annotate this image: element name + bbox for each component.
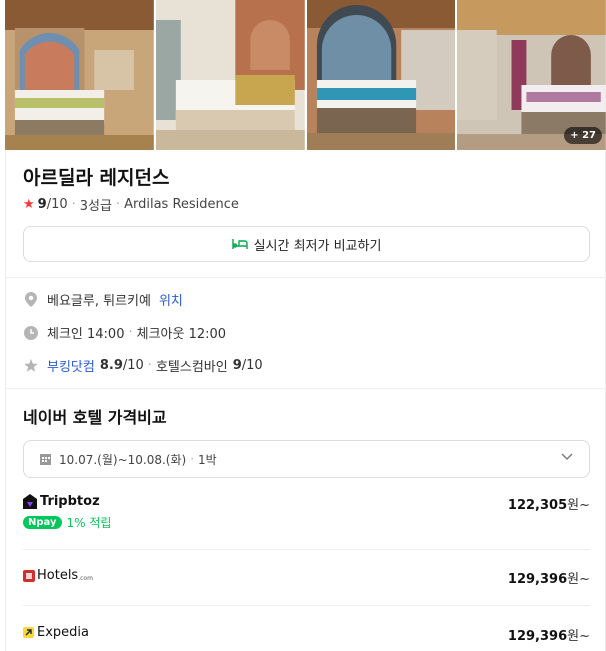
vendor-row-hotels[interactable]: Hotels .com 129,396원~ <box>23 568 590 587</box>
nights-text: 1박 <box>198 452 217 467</box>
separator-dot: · <box>190 452 195 466</box>
clock-icon <box>23 325 39 341</box>
vendor-price: 129,396원~ <box>508 568 590 587</box>
calendar-icon <box>40 453 51 465</box>
hotel-grade: 3성급 <box>79 199 112 214</box>
hotel-photo-1[interactable] <box>5 0 154 150</box>
compare-button-label: 실시간 최저가 비교하기 <box>253 238 382 254</box>
vendor-name-suffix: .com <box>78 574 93 582</box>
star-outline-icon <box>23 358 39 374</box>
separator-dot: · <box>128 325 133 340</box>
review-row: 부킹닷컴 8.9/10 · 호텔스컴바인 9/10 <box>23 356 263 375</box>
vendor-divider <box>23 549 590 550</box>
checkin-time: 체크인 14:00 <box>47 327 125 342</box>
chevron-down-icon <box>561 453 573 460</box>
section-divider <box>5 388 606 389</box>
vendor-name: Hotels .com <box>23 568 93 583</box>
npay-benefit-text: 1% 적립 <box>66 516 112 530</box>
review-source-booking[interactable]: 부킹닷컴 <box>47 356 95 375</box>
location-row: 베요글루, 튀르키예 위치 <box>23 290 183 309</box>
price-value: 129,396 <box>507 572 568 587</box>
bed-icon <box>231 239 248 249</box>
compare-prices-button[interactable]: 실시간 최저가 비교하기 <box>23 226 590 262</box>
photo-gallery[interactable]: + 27 <box>5 0 606 150</box>
vendor-row-expedia[interactable]: Expedia 129,396원~ <box>23 625 590 644</box>
hotel-english-name: Ardilas Residence <box>124 197 239 212</box>
hotel-name: 아르딜라 레지던스 <box>23 167 170 189</box>
hotel-photo-2[interactable] <box>155 0 305 150</box>
date-range-text: 10.07.(월)~10.08.(화) <box>59 452 187 467</box>
location-link[interactable]: 위치 <box>159 290 183 309</box>
price-unit: 원~ <box>567 498 590 513</box>
vendor-name: Expedia <box>23 625 89 640</box>
review-suffix-booking: /10 <box>122 358 144 373</box>
checkin-row: 체크인 14:00 · 체크아웃 12:00 <box>23 323 226 342</box>
rating-value: 9 <box>37 197 47 212</box>
hotel-meta: ★ 9/10 · 3성급 · Ardilas Residence <box>23 195 239 214</box>
vendor-name-text: Tripbtoz <box>40 494 100 509</box>
rating-suffix: /10 <box>46 197 68 212</box>
vendor-price: 129,396원~ <box>508 625 590 644</box>
npay-badge: Npay <box>23 516 62 529</box>
vendor-price: 122,305원~ <box>508 494 590 513</box>
date-range-select[interactable]: 10.07.(월)~10.08.(화) · 1박 <box>23 440 590 478</box>
checkout-time: 체크아웃 12:00 <box>136 327 227 342</box>
vendor-divider <box>23 605 590 606</box>
price-value: 122,305 <box>507 498 568 513</box>
vendor-name: Tripbtoz <box>23 494 100 509</box>
review-suffix-hotelscombined: /10 <box>241 358 263 373</box>
vendor-name-text: Hotels <box>37 568 79 583</box>
hotel-photo-4[interactable]: + 27 <box>457 0 606 150</box>
hotels-logo-icon <box>23 569 35 582</box>
more-photos-badge[interactable]: + 27 <box>564 127 602 144</box>
price-unit: 원~ <box>567 629 590 644</box>
star-icon: ★ <box>23 197 35 212</box>
hotel-photo-3[interactable] <box>306 0 456 150</box>
location-pin-icon <box>23 292 39 308</box>
review-score-booking: 8.9 <box>99 358 123 373</box>
price-compare-title: 네이버 호텔 가격비교 <box>23 408 167 427</box>
npay-benefit: Npay 1% 적립 <box>23 514 111 531</box>
location-text: 베요글루, 튀르키예 <box>47 294 151 309</box>
review-source-hotelscombined[interactable]: 호텔스컴바인 <box>156 356 228 375</box>
price-unit: 원~ <box>567 572 590 587</box>
vendor-row-tripbtoz[interactable]: Tripbtoz 122,305원~ Npay 1% 적립 <box>23 494 590 534</box>
separator-dot: · <box>71 197 76 212</box>
vendor-name-text: Expedia <box>37 625 89 640</box>
expedia-logo-icon <box>23 627 34 638</box>
separator-dot: · <box>147 358 152 373</box>
section-divider <box>5 277 606 278</box>
price-value: 129,396 <box>507 629 568 644</box>
tripbtoz-logo-icon <box>23 494 37 509</box>
review-score-hotelscombined: 9 <box>232 358 242 373</box>
separator-dot: · <box>115 197 121 212</box>
